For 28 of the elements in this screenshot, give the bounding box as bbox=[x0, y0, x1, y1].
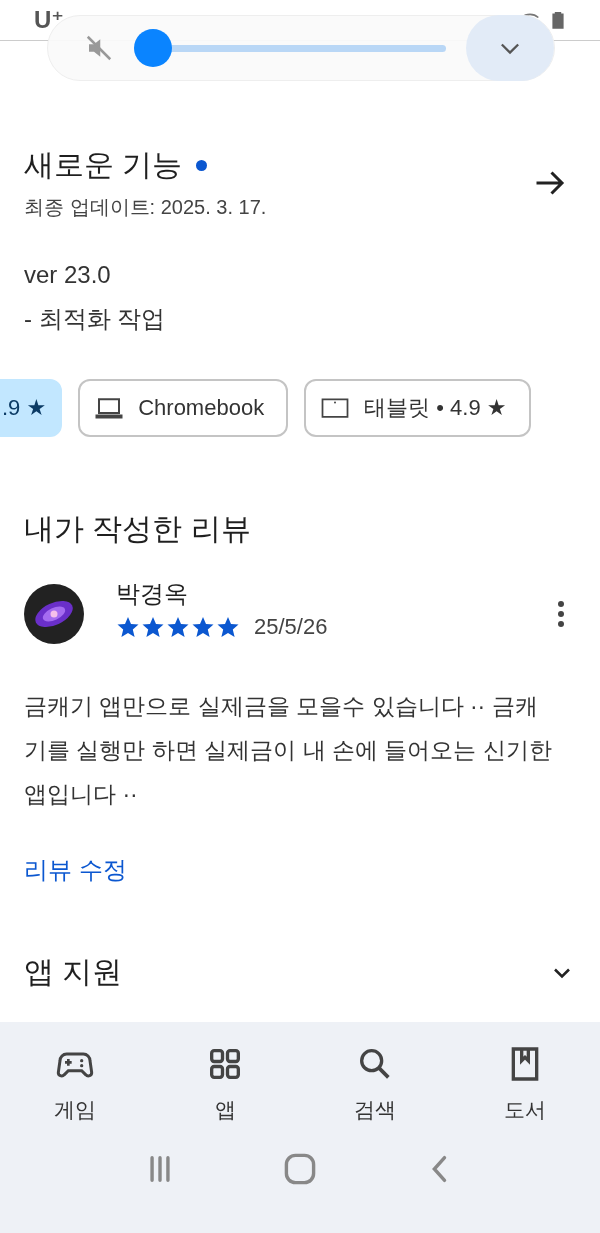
device-chip[interactable]: Chromebook bbox=[78, 379, 289, 437]
star-icon bbox=[166, 615, 190, 639]
update-date: 최종 업데이트: 2025. 3. 17. bbox=[24, 195, 267, 220]
nav-tab[interactable]: 게임 bbox=[20, 1040, 130, 1128]
version-text: ver 23.0 bbox=[24, 261, 112, 289]
section-title: 내가 작성한 리뷰 bbox=[24, 511, 252, 547]
battery-icon bbox=[550, 10, 566, 30]
star-icon bbox=[116, 615, 140, 639]
section-title: 새로운 기능 bbox=[24, 147, 183, 183]
review-date: 25/5/26 bbox=[254, 614, 328, 640]
volume-thumb[interactable] bbox=[134, 29, 172, 67]
review-text: 금캐기 앱만으로 실제금을 모을수 있습니다 ·· 금캐기를 실행만 하면 실제금이 내 손에 들어오는 신기한 앱입니다 ·· bbox=[24, 692, 553, 809]
carrier-label: U⁺ bbox=[34, 6, 64, 34]
edit-review-link[interactable]: 리뷰 수정 bbox=[24, 854, 127, 886]
home-icon[interactable] bbox=[283, 1152, 317, 1186]
nav-tab[interactable]: 앱 bbox=[170, 1040, 280, 1128]
star-icon bbox=[191, 615, 215, 639]
avatar-icon bbox=[24, 584, 84, 644]
nav-tab[interactable]: 검색 bbox=[320, 1040, 430, 1128]
star-icon bbox=[141, 615, 165, 639]
release-notes: - 최적화 작업 bbox=[24, 304, 167, 334]
device-chip[interactable]: 태블릿 • 4.9 ★ bbox=[304, 379, 531, 437]
reviewer-name: 박경옥 bbox=[116, 579, 189, 609]
nav-tab[interactable]: 도서 bbox=[470, 1040, 580, 1128]
mute-icon[interactable] bbox=[84, 33, 114, 63]
section-title: 앱 지원 bbox=[24, 954, 123, 990]
star-icon bbox=[216, 615, 240, 639]
device-chip[interactable]: .9 ★ bbox=[0, 379, 63, 437]
